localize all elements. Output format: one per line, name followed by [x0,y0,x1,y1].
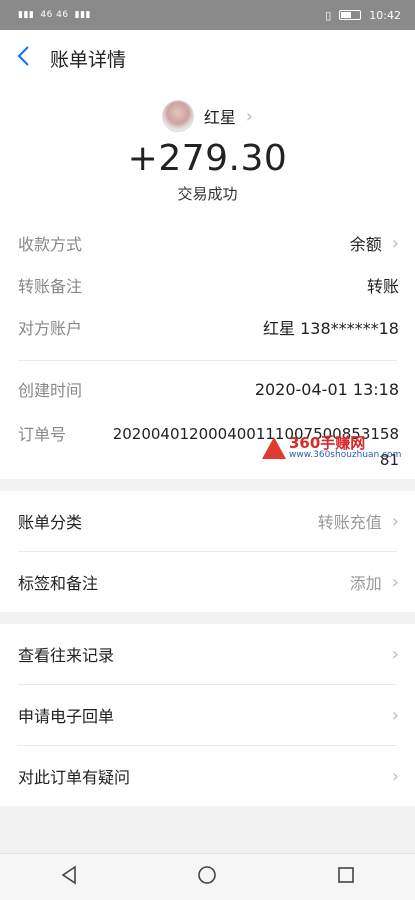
chevron-right-icon: › [391,571,399,593]
transaction-status: 交易成功 [177,185,238,203]
chevron-right-icon: › [391,510,399,532]
signal-icon-2: ▮▮▮ [74,10,91,20]
system-nav-bar [0,853,415,900]
nav-back-icon[interactable] [60,865,78,889]
nav-recents-icon[interactable] [337,866,355,888]
detail-value: 2020-04-01 13:18 [254,379,399,399]
transaction-summary: 红星 › +279.30 交易成功 [0,86,415,222]
detail-label: 订单号 [18,425,67,444]
menu-value: 转账充值 [317,513,382,532]
nav-home-icon[interactable] [197,865,217,889]
counterparty-name: 红星 [203,108,236,127]
avatar [161,100,194,132]
signal-indicators: ▮▮▮ 46 46 ▮▮▮ [18,10,91,20]
watermark-title: 360手赚网 [289,434,366,452]
vibrate-icon: ▯ [325,8,332,22]
amount: +279.30 [127,138,288,179]
detail-value: 转账 [366,277,399,296]
menu-label: 账单分类 [18,513,83,532]
detail-row-created: 创建时间 2020-04-01 13:18 [0,361,415,417]
tags-remarks-row[interactable]: 标签和备注 添加 › [0,552,415,612]
detail-value: 余额 [349,235,382,254]
detail-row-account: 对方账户 红星 138******18 [0,306,415,348]
clock: 10:42 [369,8,401,22]
back-icon[interactable] [16,45,50,71]
apply-receipt-row[interactable]: 申请电子回单 › [0,685,415,745]
menu-label: 对此订单有疑问 [18,768,131,787]
status-bar: ▮▮▮ 46 46 ▮▮▮ ▯ 10:42 [0,0,415,30]
detail-row-remark: 转账备注 转账 [0,264,415,306]
menu-value: 添加 [349,574,382,593]
chevron-right-icon: › [391,232,399,254]
menu-label: 查看往来记录 [18,646,115,665]
detail-label: 收款方式 [18,235,83,254]
page-title: 账单详情 [50,48,127,71]
detail-value: 红星 138******18 [263,319,399,338]
section-gap [0,479,415,491]
signal-icon: ▮▮▮ [18,10,35,20]
signal-text: 46 46 [40,10,69,20]
watermark: 360手赚网 www.360shouzhuan.com [262,436,401,460]
watermark-logo-icon [262,437,286,459]
detail-label: 转账备注 [18,277,83,296]
chevron-right-icon: › [391,765,399,787]
chevron-right-icon: › [245,105,254,127]
counterparty[interactable]: 红星 › [0,100,415,132]
view-history-row[interactable]: 查看往来记录 › [0,624,415,684]
order-question-row[interactable]: 对此订单有疑问 › [0,746,415,806]
app-header: 账单详情 [0,30,415,86]
menu-label: 申请电子回单 [18,707,115,726]
battery-icon [339,10,362,20]
bill-category-row[interactable]: 账单分类 转账充值 › [0,491,415,551]
detail-label: 创建时间 [18,381,83,400]
watermark-url: www.360shouzhuan.com [289,450,402,460]
chevron-right-icon: › [391,704,399,726]
chevron-right-icon: › [391,643,399,665]
section-gap [0,612,415,624]
detail-row-payment-method[interactable]: 收款方式 余额 › [0,222,415,264]
detail-label: 对方账户 [18,319,83,338]
menu-label: 标签和备注 [18,574,99,593]
